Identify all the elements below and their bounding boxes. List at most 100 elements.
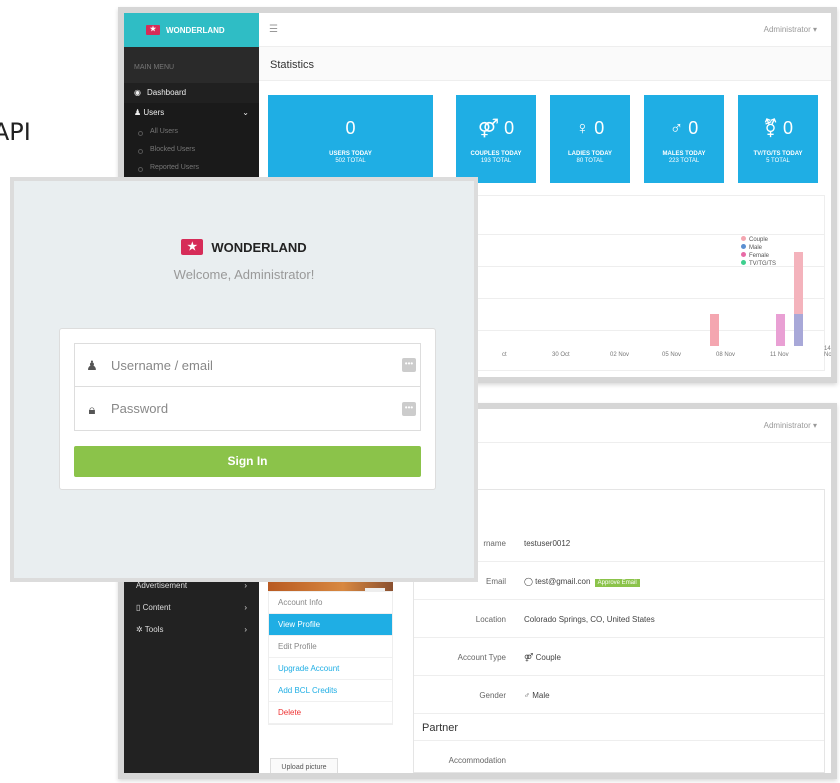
stat-label: TV/TG/TS TODAY	[753, 151, 803, 157]
partner-heading: Partner	[422, 722, 459, 734]
admin-menu[interactable]: Administrator ▾	[764, 25, 817, 34]
login-logo: ★ WONDERLAND	[14, 239, 474, 255]
location-value: Colorado Springs, CO, United States	[524, 615, 655, 624]
profile-menu: Account Info View Profile Edit Profile Upgr…	[268, 591, 393, 725]
x-tick-label: 11 Nov	[770, 352, 789, 358]
sidebar-item-blocked-users[interactable]: Blocked Users	[124, 141, 259, 159]
stat-label: COUPLES TODAY	[470, 151, 522, 157]
x-tick-label: 05 Nov	[662, 352, 682, 358]
legend-label: Male	[749, 245, 763, 251]
gender-icon: ♂	[669, 118, 684, 138]
stat-total: 223 TOTAL	[668, 158, 700, 164]
logo: ★ WONDERLAND	[124, 13, 259, 47]
stat-card: ⚤ 0 COUPLES TODAY 193 TOTAL	[456, 95, 536, 183]
stat-card: 0 USERS TODAY 502 TOTAL	[268, 95, 433, 183]
stat-card: ♂ 0 MALES TODAY 223 TOTAL	[644, 95, 724, 183]
menu-toggle-icon[interactable]: ☰	[269, 24, 278, 35]
admin-menu[interactable]: Administrator ▾	[764, 421, 817, 430]
chart-bar	[794, 252, 803, 346]
sidebar-item-all-users[interactable]: All Users	[124, 123, 259, 141]
stat-card: ⚧ 0 TV/TG/TS TODAY 5 TOTAL	[738, 95, 818, 183]
logo-star-icon: ★	[181, 239, 204, 255]
hero-text: d API	[0, 118, 31, 146]
approve-email-button[interactable]: Approve Email	[594, 579, 640, 587]
lock-icon: 🔒︎	[88, 401, 96, 417]
brand-name: WONDERLAND	[211, 239, 307, 255]
profile-menu-item[interactable]: Upgrade Account	[269, 658, 392, 680]
field-label: Accommodation	[448, 756, 506, 765]
x-tick-label: 02 Nov	[610, 352, 630, 358]
profile-menu-item[interactable]: Delete	[269, 702, 392, 724]
x-tick-label: 14 Nov	[824, 346, 835, 358]
chart-bar	[710, 314, 719, 346]
top-bar: ☰ Administrator ▾	[259, 13, 831, 47]
stat-total: 5 TOTAL	[766, 158, 790, 164]
username-field[interactable]: ♟ Username / email •••	[74, 343, 421, 387]
username-value: testuser0012	[524, 539, 571, 548]
sidebar-item-dashboard[interactable]: ◉ Dashboard	[124, 83, 259, 103]
stat-label: MALES TODAY	[662, 151, 706, 157]
field-label: Gender	[479, 691, 506, 700]
welcome-text: Welcome, Administrator!	[173, 267, 315, 282]
stat-value: 0	[783, 118, 794, 138]
stat-value: 0	[345, 118, 356, 138]
password-manager-icon[interactable]: •••	[402, 401, 416, 416]
password-manager-icon[interactable]: •••	[402, 358, 416, 372]
x-tick-label: ct	[502, 352, 507, 358]
user-icon: ♟	[134, 108, 144, 117]
chart-bar	[776, 314, 785, 346]
upload-picture-button[interactable]: Upload picture	[270, 758, 338, 773]
sidebar-item-tools[interactable]: ✲ Tools ›	[124, 619, 259, 641]
legend-item: TV/TG/TS	[741, 260, 776, 268]
profile-menu-item[interactable]: View Profile	[269, 614, 392, 636]
sign-in-button[interactable]: Sign In	[74, 446, 421, 477]
login-form: ♟ Username / email ••• 🔒︎ Password ••• Sign …	[59, 328, 436, 490]
stat-card: ♀ 0 LADIES TODAY 80 TOTAL	[550, 95, 630, 183]
chart-legend: Couple Male Female TV/TG/TS	[741, 236, 776, 268]
sidebar-item-label: Users	[143, 108, 165, 117]
document-icon: ▯	[136, 603, 143, 612]
gender-value: ♂ Male	[524, 691, 550, 700]
user-icon: ♟	[86, 358, 98, 373]
legend-item: Male	[741, 244, 776, 252]
stat-value: 0	[504, 118, 515, 138]
field-label: Account Type	[457, 653, 506, 662]
sidebar-item-label: Content	[142, 603, 171, 612]
profile-menu-item[interactable]: Add BCL Credits	[269, 680, 392, 702]
username-placeholder: Username / email	[111, 357, 213, 373]
logo-star-icon: ★	[146, 25, 160, 35]
page-title: Statistics	[259, 47, 831, 81]
login-dialog: ★ WONDERLAND Welcome, Administrator! ♟ Use…	[10, 177, 478, 582]
sidebar-item-content[interactable]: ▯ Content ›	[124, 597, 259, 619]
chevron-right-icon: ›	[244, 625, 247, 634]
password-field[interactable]: 🔒︎ Password •••	[74, 387, 421, 431]
stat-total: 502 TOTAL	[335, 158, 366, 164]
legend-item: Female	[741, 252, 776, 260]
password-placeholder: Password	[111, 401, 169, 416]
account-type-value: ⚤ Couple	[524, 653, 561, 662]
field-label: Location	[475, 615, 506, 624]
sidebar-item-users[interactable]: ♟ Users ⌄	[124, 103, 259, 123]
gear-icon: ✲	[136, 625, 145, 634]
gender-icon: ⚧	[762, 118, 779, 138]
legend-item: Couple	[741, 236, 776, 244]
sidebar-item-reported-users[interactable]: Reported Users	[124, 159, 259, 177]
stat-label: LADIES TODAY	[567, 151, 612, 157]
stat-total: 80 TOTAL	[576, 158, 604, 164]
legend-label: Female	[749, 253, 770, 259]
stat-label: USERS TODAY	[329, 151, 372, 157]
stat-value: 0	[688, 118, 699, 138]
x-tick-label: 30 Oct	[552, 352, 570, 358]
legend-label: Couple	[749, 237, 769, 243]
profile-menu-item[interactable]: Edit Profile	[269, 636, 392, 658]
brand-name: WONDERLAND	[166, 25, 225, 35]
stat-value: 0	[594, 118, 605, 138]
x-tick-label: 08 Nov	[716, 352, 736, 358]
main-menu-label: MAIN MENU	[134, 64, 175, 71]
gender-icon: ♀	[575, 118, 590, 138]
chevron-down-icon: ⌄	[242, 108, 249, 117]
chevron-right-icon: ›	[244, 603, 247, 612]
sidebar-item-label: Dashboard	[146, 88, 187, 97]
sidebar-item-label: Tools	[144, 625, 164, 634]
profile-menu-item[interactable]: Account Info	[269, 592, 392, 614]
